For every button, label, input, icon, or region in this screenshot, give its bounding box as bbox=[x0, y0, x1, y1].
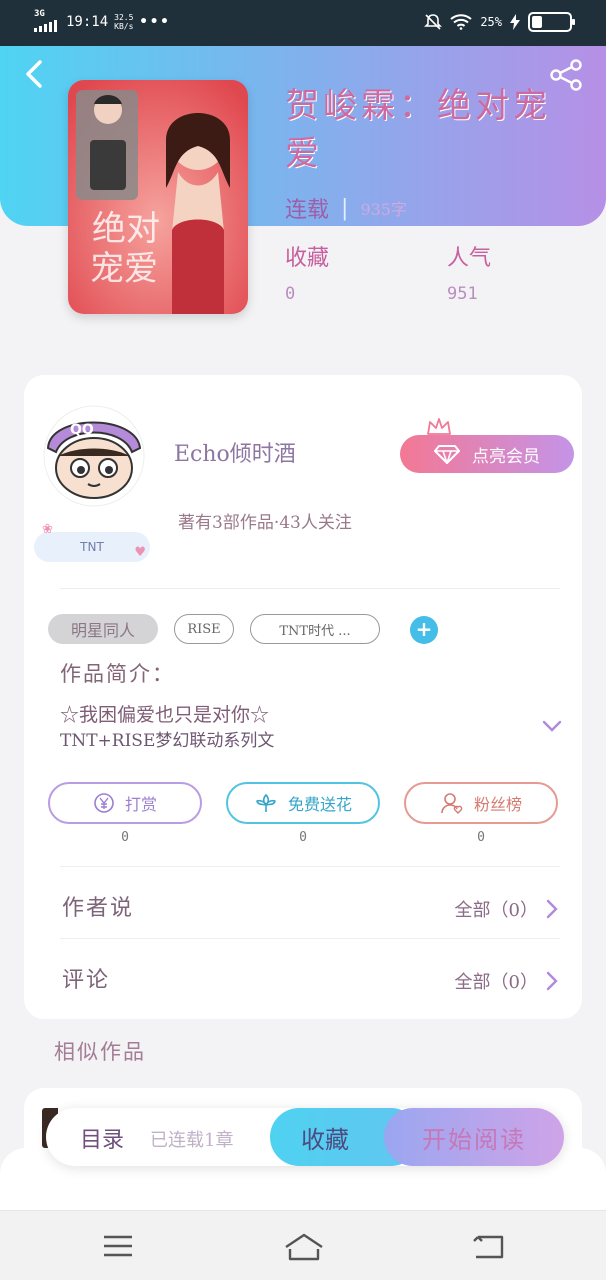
start-reading-button[interactable]: 开始阅读 bbox=[384, 1108, 564, 1166]
reward-label: 打赏 bbox=[124, 795, 157, 814]
svg-text:宠爱: 宠爱 bbox=[90, 249, 158, 289]
divider bbox=[60, 866, 560, 867]
word-count: 935字 bbox=[360, 200, 407, 219]
book-title: 贺峻霖：绝对宠爱 bbox=[285, 86, 551, 174]
author-name[interactable]: Echo倾时酒 bbox=[174, 436, 296, 468]
system-navigation-bar bbox=[0, 1210, 606, 1280]
status-separator: | bbox=[341, 195, 349, 221]
wifi-icon bbox=[450, 14, 472, 30]
book-cover[interactable]: 绝对 宠爱 bbox=[68, 80, 248, 314]
chapter-status: 已连载1章 bbox=[150, 1130, 234, 1151]
home-icon[interactable] bbox=[284, 1229, 324, 1263]
comments-label: 评论 bbox=[62, 968, 111, 993]
send-flower-label: 免费送花 bbox=[287, 795, 352, 814]
serial-status: 连载 bbox=[285, 198, 330, 223]
status-bar: 3G 19:14 32.5 KB/s ••• 25% bbox=[0, 0, 606, 46]
intro-text-line1: ☆我困偏爱也只是对你☆ bbox=[60, 704, 270, 726]
comments-all-link[interactable]: 全部（0） bbox=[455, 968, 558, 994]
intro-text-line2: TNT+RISE梦幻联动系列文 bbox=[60, 731, 275, 751]
divider bbox=[60, 938, 560, 939]
add-tag-button[interactable]: + bbox=[410, 616, 438, 644]
diamond-icon bbox=[434, 445, 460, 464]
flower-icon bbox=[256, 794, 276, 812]
author-notes-all-text: 全部（0） bbox=[454, 900, 538, 921]
clock: 19:14 bbox=[66, 14, 109, 30]
fan-ranking-label: 粉丝榜 bbox=[473, 795, 522, 814]
battery-percent: 25% bbox=[480, 15, 502, 29]
reward-button[interactable]: 打赏 bbox=[48, 782, 202, 824]
fan-ranking-button[interactable]: 粉丝榜 bbox=[404, 782, 558, 824]
chevron-right-icon bbox=[546, 971, 558, 991]
divider bbox=[60, 588, 560, 589]
table-of-contents-button[interactable]: 目录 bbox=[80, 1122, 124, 1154]
cellular-signal-icon: 3G bbox=[34, 9, 60, 32]
vip-button-label: 点亮会员 bbox=[472, 446, 540, 467]
reward-count: 0 bbox=[121, 830, 129, 845]
author-notes-label: 作者说 bbox=[62, 896, 135, 921]
author-meta: 著有3部作品·43人关注 bbox=[178, 513, 352, 533]
activate-vip-button[interactable]: 点亮会员 bbox=[400, 435, 574, 473]
book-status-line: 连载 | 935字 bbox=[285, 192, 407, 224]
fan-count: 0 bbox=[477, 830, 485, 845]
chevron-right-icon bbox=[546, 899, 558, 919]
stat-favorites: 收藏 0 bbox=[285, 246, 330, 304]
tag-rise[interactable]: RISE bbox=[174, 614, 234, 644]
send-flower-button[interactable]: 免费送花 bbox=[226, 782, 380, 824]
svg-text:QQ: QQ bbox=[70, 422, 94, 438]
comments-all-text: 全部（0） bbox=[454, 972, 538, 993]
charging-bolt-icon bbox=[510, 14, 520, 30]
tag-genre[interactable]: 明星同人 bbox=[48, 614, 158, 644]
yen-coin-icon bbox=[94, 793, 114, 813]
similar-works-title: 相似作品 bbox=[54, 1040, 146, 1064]
tag-tnt[interactable]: TNT时代 ... bbox=[250, 614, 380, 644]
back-arrow-icon[interactable] bbox=[20, 58, 52, 90]
author-fan-badge: TNT bbox=[34, 522, 150, 562]
back-icon[interactable] bbox=[468, 1229, 508, 1263]
stat-popularity: 人气 951 bbox=[447, 246, 492, 304]
mute-bell-icon bbox=[424, 14, 443, 30]
more-notifications-icon: ••• bbox=[139, 14, 171, 30]
battery-icon bbox=[528, 12, 575, 32]
network-speed: 32.5 KB/s bbox=[114, 13, 134, 31]
menu-icon[interactable] bbox=[98, 1229, 138, 1263]
book-stats: 收藏 0 人气 951 bbox=[285, 240, 606, 304]
intro-title: 作品简介： bbox=[60, 662, 175, 686]
book-cover-image: 绝对 宠爱 bbox=[68, 80, 248, 314]
author-notes-all-link[interactable]: 全部（0） bbox=[455, 896, 558, 922]
svg-text:绝对: 绝对 bbox=[92, 209, 160, 249]
fan-user-icon bbox=[441, 793, 463, 814]
chevron-down-icon[interactable] bbox=[540, 714, 564, 738]
flower-count: 0 bbox=[299, 830, 307, 845]
author-avatar[interactable]: QQ bbox=[42, 404, 146, 508]
